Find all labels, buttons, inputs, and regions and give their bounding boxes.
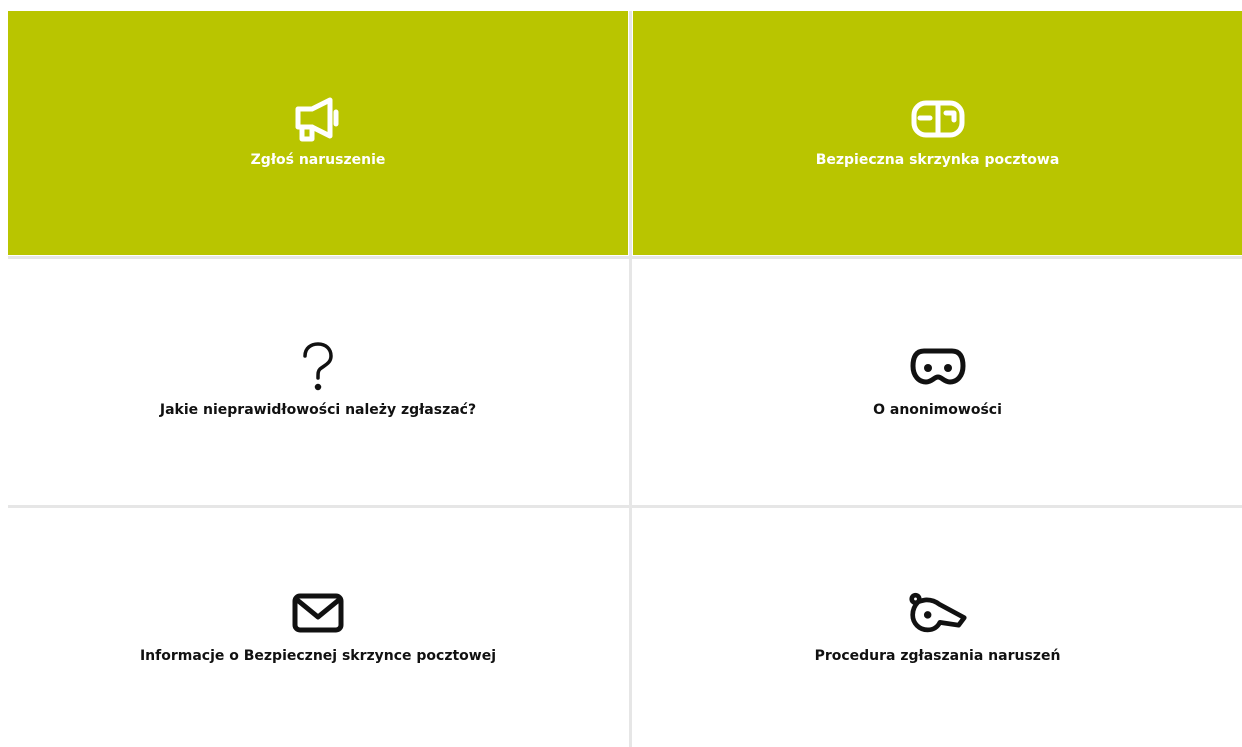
mailbox-info-label: Informacje o Bezpiecznej skrzynce poczto… (139, 648, 497, 664)
which-irregularities-tile[interactable]: Jakie nieprawidłowości należy zgłaszać? (8, 260, 628, 504)
tile-grid: Zgłoś naruszenie Bezpieczna skrzynka poc… (8, 11, 1242, 747)
report-violation-tile[interactable]: Zgłoś naruszenie (8, 11, 628, 255)
secure-mailbox-label: Bezpieczna skrzynka pocztowa (815, 152, 1060, 168)
question-mark-icon (288, 342, 348, 391)
whistle-icon (908, 591, 968, 635)
mailbox-info-tile[interactable]: Informacje o Bezpiecznej skrzynce poczto… (8, 509, 628, 747)
envelope-icon (288, 591, 348, 635)
megaphone-icon (288, 97, 348, 142)
reporting-procedure-label: Procedura zgłaszania naruszeń (814, 648, 1061, 664)
vertical-divider (629, 11, 632, 747)
horizontal-divider-row-1 (8, 256, 1242, 259)
report-violation-label: Zgłoś naruszenie (250, 152, 386, 168)
mailbox-icon (908, 97, 968, 141)
anonymity-tile[interactable]: O anonimowości (633, 260, 1242, 504)
reporting-procedure-tile[interactable]: Procedura zgłaszania naruszeń (633, 509, 1242, 747)
mask-icon (908, 345, 968, 389)
horizontal-divider-row-2 (8, 505, 1242, 508)
secure-mailbox-tile[interactable]: Bezpieczna skrzynka pocztowa (633, 11, 1242, 255)
anonymity-label: O anonimowości (873, 402, 1002, 418)
which-irregularities-label: Jakie nieprawidłowości należy zgłaszać? (159, 402, 477, 418)
